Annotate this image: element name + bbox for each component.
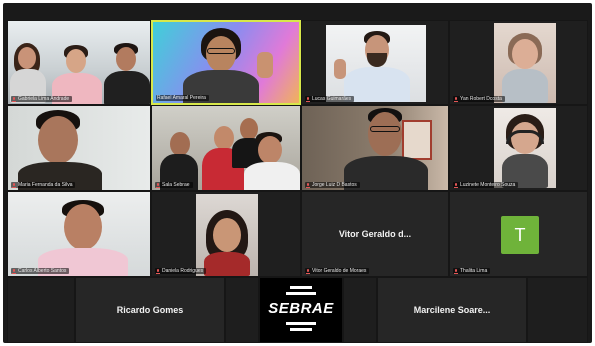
participant-name-label: Thalita Lima	[453, 268, 491, 274]
participant-display-name: Vitor Geraldo d...	[338, 229, 412, 239]
participant-name-label: Vitor Geraldo de Moraes	[305, 268, 370, 274]
mic-muted-icon	[454, 268, 458, 274]
participant-tile[interactable]: Gabriela Lima Andrade	[7, 20, 151, 105]
participant-name-label: Carlos Alberto Santos	[11, 268, 70, 274]
participant-name-label: Jorge Luiz D Bastos	[305, 182, 360, 188]
participant-name-label: Sala Sebrae	[155, 182, 193, 188]
mic-muted-icon	[12, 268, 16, 274]
participant-tile-logo[interactable]: SEBRAE	[259, 277, 343, 343]
video-feed	[152, 192, 300, 276]
mic-muted-icon	[454, 96, 458, 102]
participant-tile-no-video[interactable]	[527, 277, 588, 343]
video-feed	[153, 22, 299, 103]
participant-tile[interactable]: Luzinete Monteiro Souza	[449, 105, 588, 191]
sebrae-logo: SEBRAE	[260, 278, 342, 342]
participant-avatar: T	[501, 216, 539, 254]
participant-tile-no-video[interactable]: Marcilene Soare...	[377, 277, 527, 343]
participant-tile[interactable]: Lucas Guimarães	[301, 20, 449, 105]
participant-tile[interactable]: Carlos Alberto Santos	[7, 191, 151, 277]
participant-name-label: Daniela Rodrigues	[155, 268, 207, 274]
video-feed	[8, 106, 150, 190]
logo-text: SEBRAE	[268, 300, 334, 317]
video-feed	[152, 106, 300, 190]
participant-display-name: Marcilene Soare...	[413, 305, 491, 315]
mic-muted-icon	[156, 268, 160, 274]
mic-muted-icon	[454, 182, 458, 188]
video-feed	[302, 106, 448, 190]
video-feed	[8, 192, 150, 276]
mic-muted-icon	[12, 182, 16, 188]
mic-muted-icon	[12, 96, 16, 102]
participant-tile-no-video[interactable]	[225, 277, 259, 343]
mic-muted-icon	[306, 96, 310, 102]
participant-tile-no-video[interactable]	[343, 277, 377, 343]
participant-display-name: Ricardo Gomes	[116, 305, 184, 315]
participant-tile-no-video[interactable]: Ricardo Gomes	[75, 277, 225, 343]
participant-tile-no-video[interactable]: T Thalita Lima	[449, 191, 588, 277]
participant-tile[interactable]: Jorge Luiz D Bastos	[301, 105, 449, 191]
participant-name-label: Luzinete Monteiro Souza	[453, 182, 519, 188]
participant-name-label: Lucas Guimarães	[305, 96, 355, 102]
video-feed	[450, 21, 587, 104]
participant-tile[interactable]: Sala Sebrae	[151, 105, 301, 191]
participant-tile[interactable]: Daniela Rodrigues	[151, 191, 301, 277]
participant-tile[interactable]: Maria Fernanda da Silva	[7, 105, 151, 191]
participant-tile-no-video[interactable]: Vitor Geraldo d... Vitor Geraldo de Mora…	[301, 191, 449, 277]
participant-tile-no-video[interactable]	[7, 277, 75, 343]
mic-muted-icon	[156, 182, 160, 188]
video-feed	[302, 21, 448, 104]
participant-tile-active-speaker[interactable]: Rafael Amaral Pereira	[151, 20, 301, 105]
mic-muted-icon	[306, 182, 310, 188]
mic-muted-icon	[306, 268, 310, 274]
participant-tile[interactable]: Yan Robert Dcosta	[449, 20, 588, 105]
participant-name-label: Yan Robert Dcosta	[453, 96, 505, 102]
participant-name-label: Gabriela Lima Andrade	[11, 96, 73, 102]
participant-name-label: Maria Fernanda da Silva	[11, 182, 76, 188]
participant-name-label: Rafael Amaral Pereira	[156, 95, 209, 101]
video-feed	[450, 106, 587, 190]
video-feed	[8, 21, 150, 104]
meeting-gallery-view: Gabriela Lima Andrade Rafael Amaral Pere…	[3, 3, 592, 343]
